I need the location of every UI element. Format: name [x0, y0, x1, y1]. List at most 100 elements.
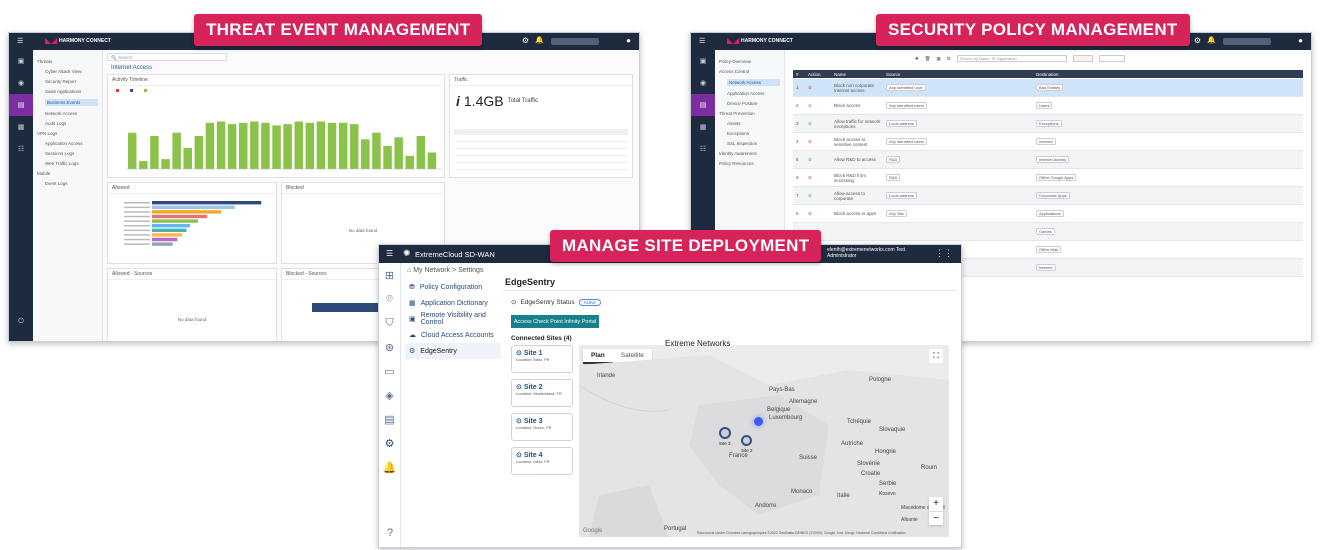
tep-search-input[interactable]: Search [118, 55, 132, 60]
rule-destination-chip[interactable]: Office Mail [1036, 246, 1061, 253]
activity-bar[interactable] [427, 152, 437, 170]
map-container[interactable]: Plan Satellite Extreme Networks ⛶ Irland… [579, 339, 949, 537]
activity-bar[interactable] [327, 122, 337, 169]
rule-destination-chip[interactable]: Bad Entities [1036, 84, 1064, 91]
changes-button[interactable] [1072, 55, 1093, 62]
layers-icon[interactable]: ◈ [379, 383, 400, 407]
manage-layers-icon[interactable]: ▦ [937, 56, 941, 62]
tep-nav-item[interactable]: Event Logs [45, 181, 98, 186]
activity-bar[interactable] [205, 122, 215, 169]
sdwan-menu-item[interactable]: ▦ Application Dictionary [405, 295, 501, 311]
rule-source-chip[interactable]: Any identified users [886, 138, 927, 145]
activity-bar[interactable] [394, 137, 403, 169]
menu-icon[interactable]: ☰ [17, 37, 23, 45]
tenant-selector[interactable] [1223, 38, 1271, 45]
rule-source-chip[interactable]: Any Identified User [886, 84, 926, 91]
notifications-icon[interactable]: 🔔 [379, 455, 400, 479]
allowed-bar[interactable] [152, 201, 262, 205]
rule-source-chip[interactable]: R&D [886, 156, 901, 163]
action-icon[interactable]: ⊘ [805, 175, 831, 181]
rule-destination-chip[interactable]: Games [1036, 228, 1055, 235]
activity-bar[interactable] [261, 122, 270, 169]
allowed-bar[interactable] [152, 233, 182, 237]
sdwan-menu-item[interactable]: ⚙ EdgeSentry [405, 343, 501, 359]
rail-logs-icon[interactable]: ▦ [691, 116, 715, 138]
rail-overview-icon[interactable]: ▣ [691, 50, 715, 72]
legend-swatch[interactable] [130, 89, 133, 92]
devices-icon[interactable]: ▭ [379, 359, 400, 383]
spm-nav-item[interactable]: Policy Resources [719, 161, 780, 166]
menu-icon[interactable]: ☰ [699, 37, 705, 45]
activity-bar[interactable] [361, 139, 370, 169]
activity-bar[interactable] [172, 132, 181, 169]
tep-nav-item[interactable]: SaaS Applications [45, 89, 98, 94]
user-avatar[interactable]: ● [626, 36, 631, 45]
action-icon[interactable]: ⊘ [805, 211, 831, 217]
location-icon[interactable]: ⌾ [379, 287, 400, 311]
rule-source-chip[interactable]: Any Site [886, 210, 907, 217]
activity-bar[interactable] [416, 136, 426, 169]
activity-bar[interactable] [150, 136, 159, 169]
map-cluster-site2[interactable] [741, 435, 752, 446]
activity-bar[interactable] [294, 121, 304, 169]
portal-button[interactable]: Access Check Point Infinity Portal [511, 315, 599, 328]
activity-bar[interactable] [216, 121, 226, 169]
activity-bar[interactable] [194, 136, 204, 169]
rail-settings-icon[interactable]: ☷ [691, 138, 715, 160]
legend-swatch[interactable] [144, 89, 147, 92]
rule-source-chip[interactable]: Local address [886, 120, 917, 127]
tep-search-bar[interactable]: 🔍 Search [107, 53, 227, 61]
table-row[interactable]: 4 ⊘ Block access to sensitive content Any i… [793, 133, 1303, 151]
rule-destination-chip[interactable]: Corporate Apps [1036, 192, 1070, 199]
allowed-bar[interactable] [152, 214, 208, 219]
activity-bar[interactable] [139, 161, 148, 169]
site-card[interactable]: ⊙ Site 4 Location: Metz, FR [511, 447, 573, 475]
site-card[interactable]: ⊙ Site 2 Location: Montbéliard, FR [511, 379, 573, 407]
sdwan-menu-item[interactable]: ⛃ Policy Configuration [405, 279, 501, 295]
table-row[interactable]: 7 ⊘ Allow access to corporate Local address… [793, 187, 1303, 205]
table-row[interactable]: 8 ⊘ Block access to apps Any Site Applicatio… [793, 205, 1303, 223]
sdwan-breadcrumb[interactable]: ⌂ My Network > Settings [407, 267, 483, 274]
action-icon[interactable]: ⊘ [805, 85, 831, 91]
menu-icon[interactable]: ☰ [386, 249, 393, 258]
allowed-bar[interactable] [152, 224, 190, 228]
tep-nav-item[interactable]: Application Access [45, 141, 98, 146]
action-icon[interactable]: ⊘ [805, 121, 831, 127]
rail-network-icon[interactable]: ◉ [9, 72, 33, 94]
dashboard-icon[interactable]: ⊞ [379, 263, 400, 287]
tep-nav-item[interactable]: Network Access [45, 111, 98, 116]
settings-icon[interactable]: ⚙ [947, 56, 951, 62]
install-policy-button[interactable] [1098, 55, 1125, 62]
reports-icon[interactable]: ▤ [379, 407, 400, 431]
rule-destination-chip[interactable]: Users [1036, 102, 1053, 109]
column-header[interactable]: Name [831, 72, 883, 77]
rule-destination-chip[interactable]: Internet [1036, 138, 1056, 145]
gear-icon[interactable]: ⚙ [522, 36, 529, 45]
action-icon[interactable]: ⊘ [805, 139, 831, 145]
rule-destination-chip[interactable]: Internet [1036, 264, 1056, 271]
activity-bar[interactable] [250, 121, 259, 169]
zoom-in-button[interactable]: + [929, 497, 943, 511]
activity-bar[interactable] [239, 122, 248, 169]
spm-nav-item[interactable]: Network Access [727, 79, 780, 86]
column-header[interactable]: Action [805, 72, 831, 77]
rail-overview-icon[interactable]: ▣ [9, 50, 33, 72]
rule-destination-chip[interactable]: Office Google Apps [1036, 174, 1077, 181]
action-icon[interactable]: ⊘ [805, 193, 831, 199]
spm-nav-item[interactable]: Exceptions [727, 131, 780, 136]
gear-icon[interactable]: ⚙ [1194, 36, 1201, 45]
action-icon[interactable]: ⊘ [805, 103, 831, 109]
tep-nav-item[interactable]: Threats [37, 59, 98, 64]
rule-destination-chip[interactable]: Applications [1036, 210, 1064, 217]
allowed-bar[interactable] [152, 205, 235, 209]
spm-nav-item[interactable]: Device Posture [727, 101, 780, 106]
column-header[interactable]: Destination [1033, 72, 1233, 77]
table-row[interactable]: 3 ⊘ Allow traffic for network exceptions Lo… [793, 115, 1303, 133]
tep-nav-item[interactable]: Mobile [37, 171, 98, 176]
table-row[interactable]: 1 ⊘ Block non corporate Internet access Any… [793, 79, 1303, 97]
rail-policy-icon[interactable]: ▦ [9, 116, 33, 138]
spm-search-input[interactable]: Search by Name, IP, Application [956, 55, 1067, 62]
spm-nav-item[interactable]: Access Control [719, 69, 780, 74]
legend-swatch[interactable] [116, 89, 119, 92]
spm-nav-item[interactable]: Identity Awareness [719, 151, 780, 156]
